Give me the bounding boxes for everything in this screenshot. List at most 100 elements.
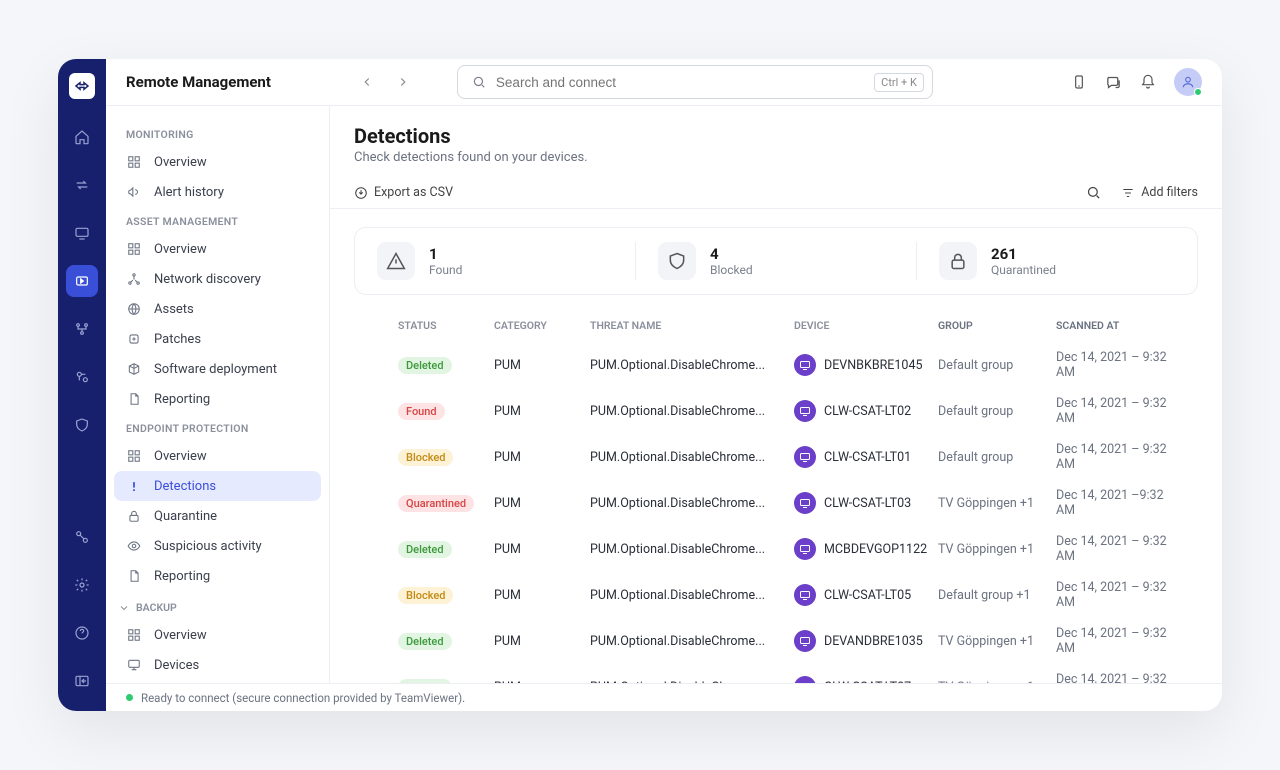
table-row[interactable]: DeletedPUMPUM.Optional.DisableChrome...C… (354, 664, 1198, 683)
cell-device: CLW-CSAT-LT07 (794, 676, 938, 683)
sidebar-item-quarantine[interactable]: Quarantine (114, 501, 321, 531)
sidebar-item-software-deployment[interactable]: Software deployment (114, 354, 321, 384)
sidebar-item-label: Devices (154, 658, 199, 673)
cell-threat: PUM.Optional.DisableChrome... (590, 542, 794, 557)
add-filters-button[interactable]: Add filters (1121, 185, 1198, 200)
presence-dot (1194, 88, 1202, 96)
cell-group: Default group (938, 450, 1056, 465)
sidebar-item-patches[interactable]: Patches (114, 324, 321, 354)
device-icon (794, 400, 816, 422)
status-badge: Found (398, 403, 445, 420)
search-kbd: Ctrl + K (874, 73, 924, 92)
stat-found: 1Found (355, 242, 636, 280)
table-row[interactable]: BlockedPUMPUM.Optional.DisableChrome...C… (354, 434, 1198, 480)
sidebar-item-reporting[interactable]: Reporting (114, 384, 321, 414)
sidebar-item-overview[interactable]: Overview (114, 147, 321, 177)
sidebar-section-label: ENDPOINT PROTECTION (114, 414, 321, 441)
export-csv-button[interactable]: Export as CSV (354, 185, 453, 200)
status-text: Ready to connect (secure connection prov… (141, 691, 465, 705)
topbar-actions (1071, 68, 1202, 96)
column-header[interactable]: GROUP (938, 319, 1056, 332)
cell-scanned: Dec 14, 2021 –9:32 AM (1056, 488, 1184, 518)
column-header[interactable]: STATUS (398, 319, 494, 332)
sidebar-item-overview[interactable]: Overview (114, 441, 321, 471)
rail-integrations[interactable] (66, 521, 98, 553)
status-badge: Quarantined (398, 495, 474, 512)
column-header[interactable]: DEVICE (794, 319, 938, 332)
sidebar-collapse-backup[interactable]: BACKUP (114, 591, 321, 620)
device-icon (794, 538, 816, 560)
status-badge: Deleted (398, 633, 452, 650)
rail-collapse[interactable] (66, 665, 98, 697)
table-row[interactable]: DeletedPUMPUM.Optional.DisableChrome...D… (354, 342, 1198, 388)
status-badge: Blocked (398, 449, 453, 466)
rail-settings[interactable] (66, 569, 98, 601)
content-scroll[interactable]: 1Found4Blocked261Quarantined STATUSCATEG… (330, 209, 1222, 683)
grid-icon (126, 301, 142, 317)
search-icon-toolbar[interactable] (1086, 185, 1101, 200)
status-badge: Blocked (398, 587, 453, 604)
sidebar-item-alert-history[interactable]: Alert history (114, 177, 321, 207)
device-icon (794, 354, 816, 376)
rail-security[interactable] (66, 409, 98, 441)
chat-icon[interactable] (1105, 74, 1122, 91)
stat-blocked: 4Blocked (636, 242, 917, 280)
table-row[interactable]: FoundPUMPUM.Optional.DisableChrome...CLW… (354, 388, 1198, 434)
page-title: Detections (354, 124, 1198, 148)
cell-device: CLW-CSAT-LT05 (794, 584, 938, 606)
avatar[interactable] (1174, 68, 1202, 96)
sidebar-item-network-discovery[interactable]: Network discovery (114, 264, 321, 294)
search-input[interactable] (496, 75, 864, 90)
table-row[interactable]: DeletedPUMPUM.Optional.DisableChrome...M… (354, 526, 1198, 572)
table-row[interactable]: DeletedPUMPUM.Optional.DisableChrome...D… (354, 618, 1198, 664)
bell-icon[interactable] (1140, 74, 1156, 90)
device-icon[interactable] (1071, 74, 1087, 90)
table-row[interactable]: BlockedPUMPUM.Optional.DisableChrome...C… (354, 572, 1198, 618)
cell-scanned: Dec 14, 2021 – 9:32 AM (1056, 534, 1184, 564)
device-icon (794, 630, 816, 652)
export-icon (354, 186, 368, 200)
rail-process[interactable] (66, 361, 98, 393)
device-icon (794, 584, 816, 606)
sidebar-item-detections[interactable]: Detections (114, 471, 321, 501)
sidebar-item-assets[interactable]: Assets (114, 294, 321, 324)
cell-scanned: Dec 14, 2021 – 9:32 AM (1056, 580, 1184, 610)
cell-group: Default group (938, 358, 1056, 373)
column-header[interactable]: CATEGORY (494, 319, 590, 332)
status-badge: Deleted (398, 541, 452, 558)
eye-icon (126, 538, 142, 554)
rail-home[interactable] (66, 121, 98, 153)
megaphone-icon (126, 184, 142, 200)
sidebar-item-reporting[interactable]: Reporting (114, 561, 321, 591)
network-icon (126, 271, 142, 287)
table-row[interactable]: QuarantinedPUMPUM.Optional.DisableChrome… (354, 480, 1198, 526)
column-header[interactable]: THREAT NAME (590, 319, 794, 332)
rail-workflow[interactable] (66, 313, 98, 345)
cell-group: TV Göppingen +1 (938, 634, 1056, 649)
rail-remote-mgmt[interactable] (66, 265, 98, 297)
sidebar-item-overview[interactable]: Overview (114, 234, 321, 264)
rail-transfer[interactable] (66, 169, 98, 201)
cell-device: CLW-CSAT-LT01 (794, 446, 938, 468)
nav-back[interactable] (355, 70, 379, 94)
sidebar-item-devices[interactable]: Devices (114, 650, 321, 680)
filter-icon (1121, 186, 1135, 200)
topbar: Remote Management Ctrl + K (106, 59, 1222, 106)
sidebar-item-label: Software deployment (154, 362, 277, 377)
sidebar-section-label: MONITORING (114, 120, 321, 147)
nav-forward[interactable] (391, 70, 415, 94)
export-label: Export as CSV (374, 185, 453, 200)
rail-chat[interactable] (66, 217, 98, 249)
sidebar-item-label: Overview (154, 628, 207, 643)
package-icon (126, 361, 142, 377)
sidebar-item-overview[interactable]: Overview (114, 620, 321, 650)
logo-icon[interactable] (69, 73, 95, 99)
cell-group: Default group +1 (938, 588, 1056, 603)
dashboard-icon (126, 241, 142, 257)
column-header[interactable]: SCANNED AT (1056, 319, 1184, 332)
page-header: Detections Check detections found on you… (330, 106, 1222, 177)
rail-help[interactable] (66, 617, 98, 649)
device-icon (794, 446, 816, 468)
sidebar-item-suspicious-activity[interactable]: Suspicious activity (114, 531, 321, 561)
search-field[interactable]: Ctrl + K (457, 65, 933, 99)
